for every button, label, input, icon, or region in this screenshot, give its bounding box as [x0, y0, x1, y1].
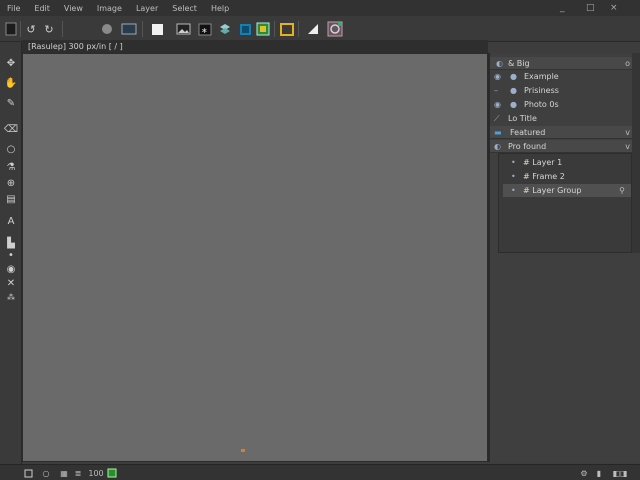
status-bar: ○ ▦ ≣ 100 ⚙ ▮ ◧◨	[0, 464, 640, 480]
sublayer-box: • # Layer 1 • # Frame 2 • # Layer Group …	[498, 153, 632, 253]
image-icon[interactable]	[174, 20, 192, 38]
list-item[interactable]: • # Layer Group ⚲	[503, 184, 631, 197]
panel-header-label: Featured	[510, 128, 546, 137]
lasso-icon[interactable]: ○	[3, 142, 19, 156]
zoom-level[interactable]: 100	[88, 467, 104, 479]
square-icon[interactable]	[22, 467, 34, 479]
menu-select[interactable]: Select	[165, 4, 204, 13]
list-item-label: Lo Title	[508, 114, 537, 123]
list-item[interactable]: ◉ ● Example	[490, 70, 636, 83]
bullet-icon: •	[511, 172, 516, 181]
layers-small-icon[interactable]: ≣	[72, 467, 84, 479]
panel-header-toggle[interactable]: v	[625, 140, 630, 153]
text-icon[interactable]: A	[3, 214, 19, 228]
list-item[interactable]: – ● Prisiness	[490, 84, 636, 97]
monitor-icon[interactable]	[120, 20, 138, 38]
panel-header-found[interactable]: ◐ Pro found v	[490, 140, 636, 153]
eye-icon: ●	[510, 100, 517, 109]
main-toolbar: ↺ ↻ ∗	[0, 16, 640, 42]
eye-icon: ●	[510, 72, 517, 81]
tools-panel: ✥ ✋ ✎ ⌫ ○ ⚗ ⊕ ▤ A ▙ • ◉ ✕ ⁂	[0, 42, 22, 464]
circle-icon[interactable]: ○	[40, 467, 52, 479]
svg-text:∗: ∗	[201, 26, 208, 35]
panel-scrollbar[interactable]	[632, 53, 640, 253]
bullet-icon: •	[511, 186, 516, 195]
document-icon[interactable]	[2, 20, 20, 38]
list-item[interactable]: ⟋ Lo Title	[490, 112, 636, 125]
close-button[interactable]: ×	[610, 2, 618, 14]
undo-icon[interactable]: ↺	[22, 20, 40, 38]
list-item-label: # Frame 2	[523, 172, 565, 181]
ruler-icon[interactable]: ▤	[3, 192, 19, 206]
list-item-label: Example	[524, 72, 559, 81]
link-icon[interactable]: ⟋	[494, 112, 500, 125]
toolbar-divider	[274, 21, 275, 37]
dropper-icon[interactable]: ⚗	[3, 160, 19, 174]
document-info: [Rasulep] 300 px/in [ / ]	[22, 40, 488, 53]
move-icon[interactable]: ✥	[3, 56, 19, 70]
menu-file[interactable]: File	[0, 4, 27, 13]
green-box-icon[interactable]	[106, 467, 118, 479]
spiral-icon[interactable]	[326, 20, 344, 38]
stamp-icon[interactable]: ⊕	[3, 176, 19, 190]
panel-header-toggle[interactable]: o	[625, 57, 630, 70]
list-item-label: # Layer Group	[523, 186, 582, 195]
eraser-icon[interactable]: ⌫	[3, 122, 19, 136]
eye-icon[interactable]: ◐	[496, 57, 503, 70]
toolbar-divider	[62, 21, 63, 37]
bullet-icon: •	[511, 158, 516, 167]
panel-header-main[interactable]: ◐ & Big o	[490, 57, 636, 70]
eye-icon: ●	[510, 86, 517, 95]
layers-icon[interactable]	[216, 20, 234, 38]
cursor-icon[interactable]	[304, 20, 322, 38]
panel-header-toggle[interactable]: v	[625, 126, 630, 139]
toolbar-divider	[298, 21, 299, 37]
menu-view[interactable]: View	[57, 4, 90, 13]
dot-icon[interactable]: •	[3, 248, 19, 262]
search-icon[interactable]: ⚲	[619, 184, 625, 197]
grid-icon[interactable]: ▦	[58, 467, 70, 479]
list-item-label: Prisiness	[524, 86, 559, 95]
menu-bar: File Edit View Image Layer Select Help _…	[0, 0, 640, 16]
white-square-icon[interactable]	[148, 20, 166, 38]
cross-icon[interactable]: ✕	[3, 276, 19, 290]
menu-help[interactable]: Help	[204, 4, 236, 13]
sphere-icon[interactable]	[98, 20, 116, 38]
layer-color-icon: ▬	[494, 128, 502, 137]
gallery-icon[interactable]	[254, 20, 272, 38]
frame-icon[interactable]	[236, 20, 254, 38]
panel-header-label: Pro found	[508, 142, 547, 151]
menu-image[interactable]: Image	[90, 4, 129, 13]
redo-icon[interactable]: ↻	[40, 20, 58, 38]
panel-header-label: & Big	[508, 59, 530, 68]
fx-icon[interactable]: ⁂	[3, 290, 19, 304]
circle-target-icon[interactable]: ◉	[3, 262, 19, 276]
list-item[interactable]: • # Frame 2	[503, 170, 631, 183]
list-item-label: Photo 0s	[524, 100, 559, 109]
toolbar-divider	[20, 21, 21, 37]
eye-icon[interactable]: ◉	[494, 98, 501, 111]
list-item[interactable]: ◉ ● Photo 0s	[490, 98, 636, 111]
menu-layer[interactable]: Layer	[129, 4, 165, 13]
lock-small-icon[interactable]: ▮	[594, 467, 604, 479]
panel-header-featured[interactable]: ▬ Featured v	[490, 126, 636, 139]
frame-yellow-icon[interactable]	[278, 20, 296, 38]
eye-icon[interactable]: ◐	[494, 140, 501, 153]
toolbar-divider	[142, 21, 143, 37]
eye-icon[interactable]: –	[494, 84, 498, 97]
film-icon[interactable]: ∗	[196, 20, 214, 38]
brush-icon[interactable]: ✎	[3, 96, 19, 110]
status-toggle[interactable]: ◧◨	[608, 467, 632, 479]
hand-icon[interactable]: ✋	[3, 76, 19, 90]
layers-panel: ◐ & Big o ◉ ● Example – ● Prisiness ◉ ● …	[490, 53, 640, 462]
document-canvas[interactable]	[22, 53, 488, 462]
menu-edit[interactable]: Edit	[27, 4, 57, 13]
minimize-button[interactable]: _	[560, 2, 565, 14]
list-item-label: # Layer 1	[523, 158, 563, 167]
canvas-marker	[241, 449, 245, 452]
gear-small-icon[interactable]: ⚙	[578, 467, 590, 479]
maximize-button[interactable]: □	[586, 2, 595, 14]
list-item[interactable]: • # Layer 1	[503, 156, 631, 169]
eye-icon[interactable]: ◉	[494, 70, 501, 83]
